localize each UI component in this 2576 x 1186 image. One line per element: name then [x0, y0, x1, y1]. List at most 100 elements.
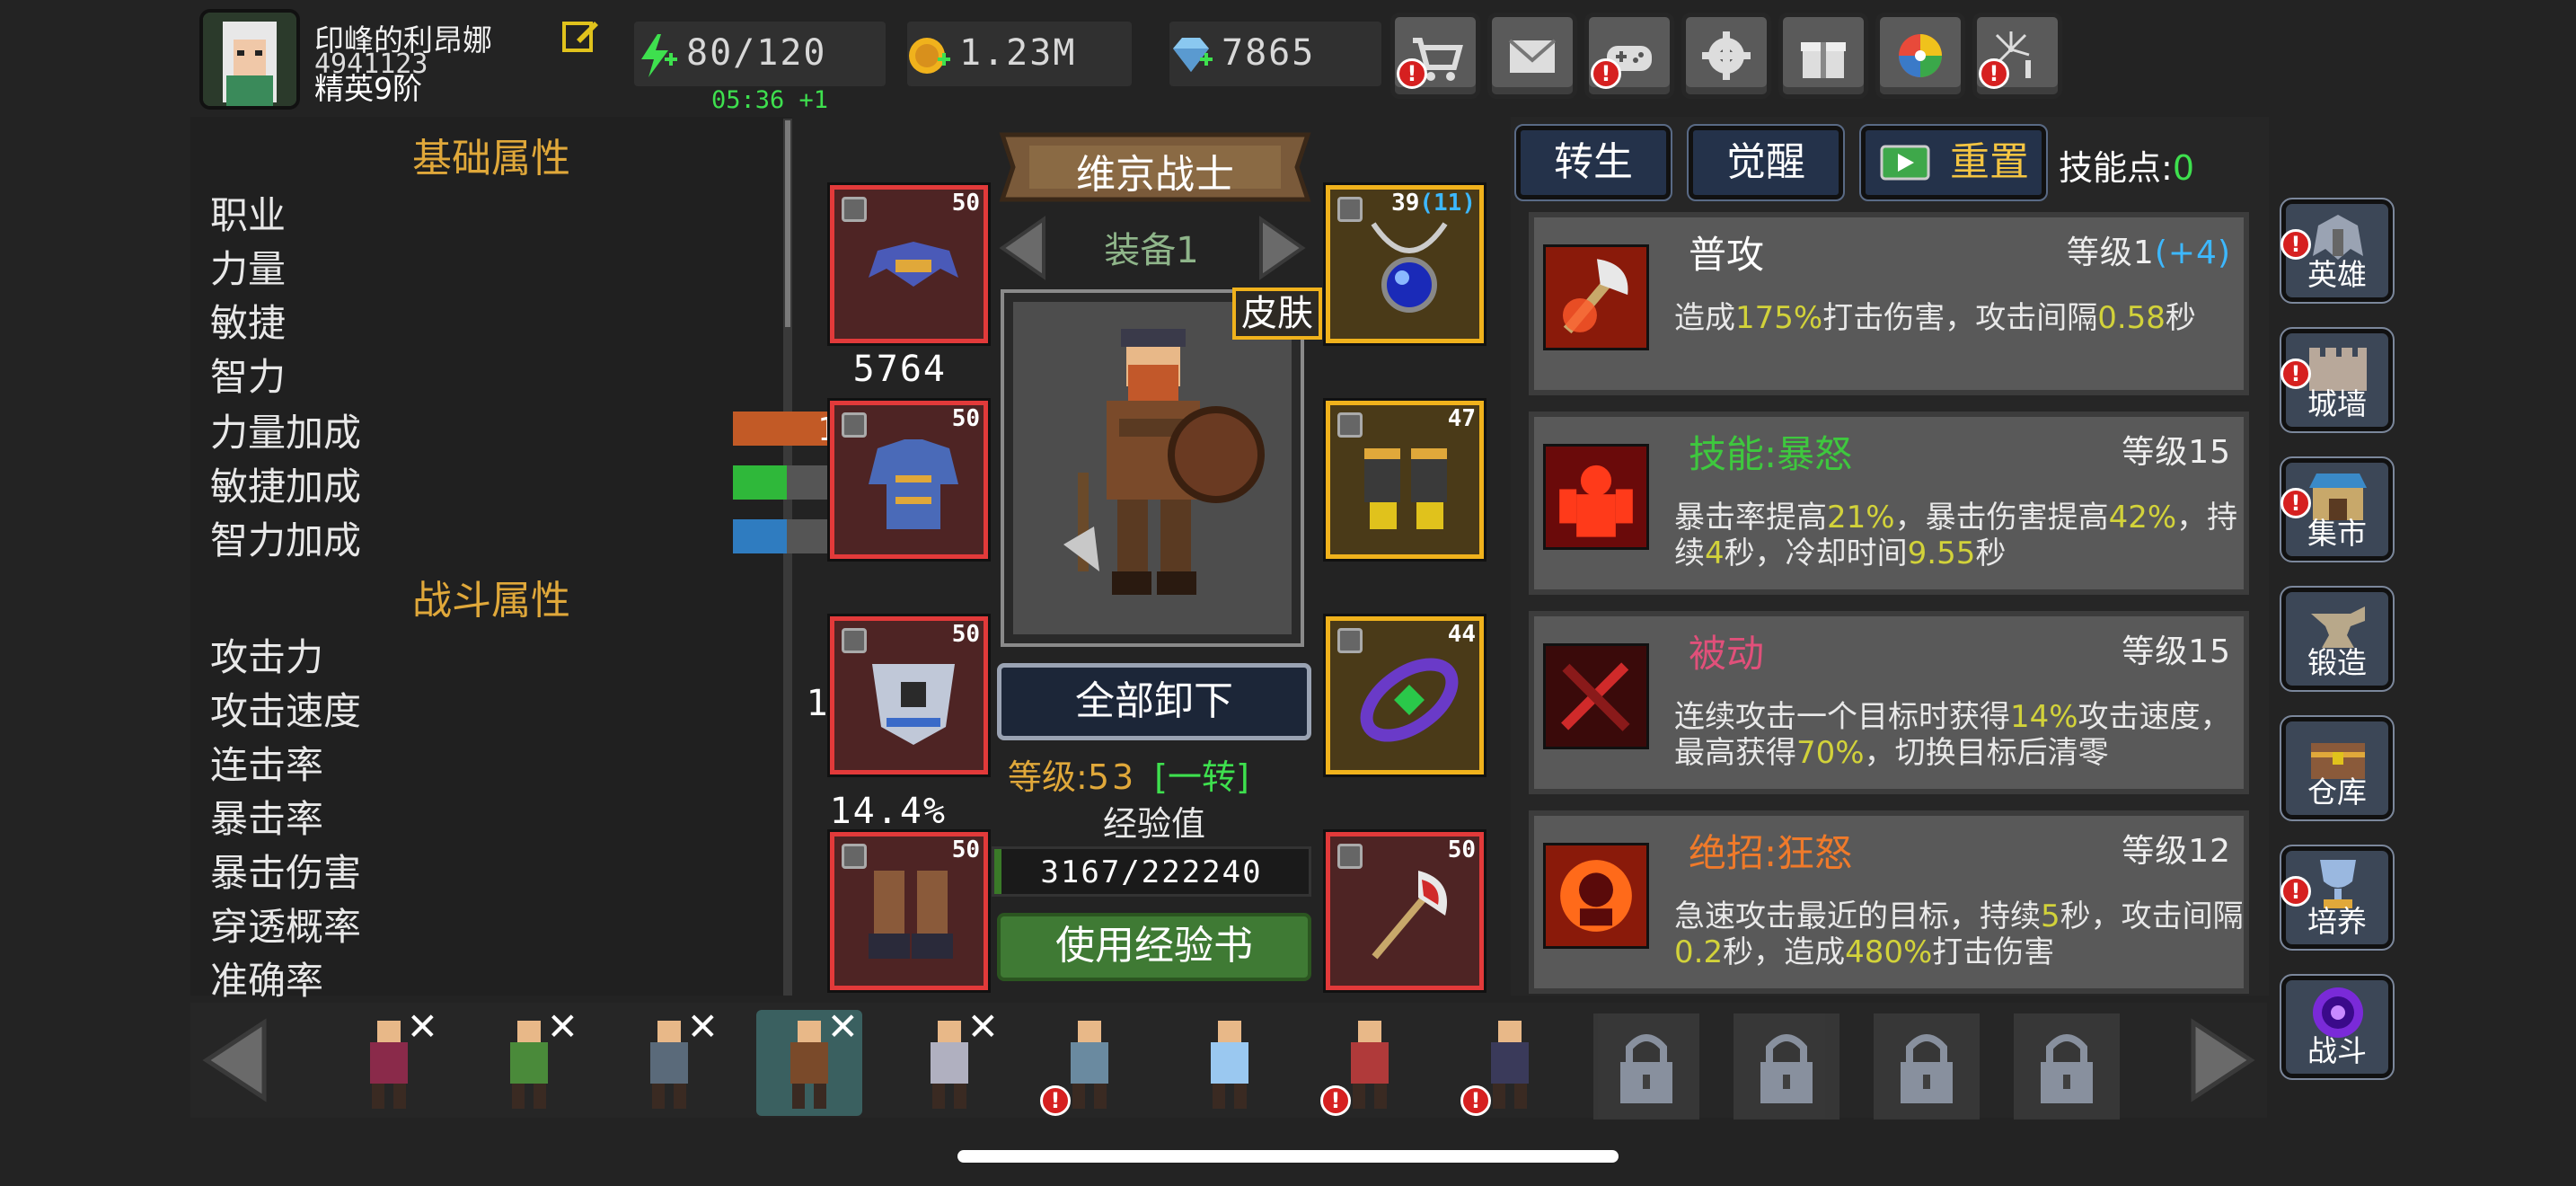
nav-wall-button[interactable]: 城墙! — [2280, 327, 2395, 433]
wheel-icon — [1899, 34, 1942, 77]
skill-level-value: 等级15 — [2122, 633, 2231, 670]
equip-slot-ring[interactable]: 44 — [1323, 614, 1486, 777]
locked-hero-slot[interactable] — [1874, 1013, 1980, 1120]
skill-desc-text: 秒 — [2165, 300, 2196, 336]
locked-hero-slot[interactable] — [1734, 1013, 1839, 1120]
stat-label: 攻击力 — [210, 635, 324, 679]
equip-slot-helmet[interactable]: 50 — [827, 182, 991, 346]
equip-level-value: 50 — [1447, 836, 1476, 863]
equip-slot-amulet[interactable]: 39(11) — [1323, 182, 1486, 346]
nav-helmet-button[interactable]: 英雄! — [2280, 198, 2395, 304]
equip-slot-gloves[interactable]: 47 — [1323, 398, 1486, 562]
awaken-button[interactable]: 觉醒 — [1687, 124, 1845, 201]
skill-desc-text: 造成 — [1674, 300, 1735, 336]
roster-hero-6[interactable]: ! — [1037, 1010, 1142, 1116]
unequip-all-button[interactable]: 全部卸下 — [997, 663, 1311, 740]
skill-desc-value: 4 — [1705, 535, 1725, 571]
fireworks-button[interactable]: ! — [1972, 13, 2062, 99]
remove-hero-icon[interactable]: ✕ — [407, 1005, 438, 1049]
nav-anvil-button[interactable]: 锻造 — [2280, 586, 2395, 692]
lock-icon — [842, 197, 867, 222]
skill-desc-value: 21% — [1827, 500, 1895, 535]
roster-prev-arrow-icon[interactable] — [192, 1013, 286, 1107]
skill-description: 造成175%打击伤害，攻击间隔0.58秒 — [1674, 300, 2249, 336]
weapon-icon — [1372, 871, 1447, 960]
next-equip-set-arrow-icon[interactable] — [1243, 212, 1315, 284]
skill-card[interactable]: 技能:暴怒 等级15 暴击率提高21%，暴击伤害提高42%，持续4秒，冷却时间9.5… — [1529, 412, 2249, 595]
nav-trophy-button[interactable]: 培养! — [2280, 845, 2395, 951]
skill-card[interactable]: 绝招:狂怒 等级12 急速攻击最近的目标，持续5秒，攻击间隔 0.2秒，造成480%打… — [1529, 810, 2249, 994]
stat-label: 职业 — [210, 193, 287, 237]
avatar-portrait-icon — [203, 13, 296, 106]
padlock-icon — [1901, 1034, 1953, 1103]
skill-description: 连续攻击一个目标时获得14%攻击速度，最高获得70%，切换目标后清零 — [1674, 699, 2249, 771]
stamina-value: 80/120 — [686, 32, 827, 74]
skill-card[interactable]: 被动 等级15 连续攻击一个目标时获得14%攻击速度，最高获得70%，切换目标后清零 — [1529, 611, 2249, 794]
lock-icon — [1337, 628, 1363, 653]
locked-hero-slot[interactable] — [1593, 1013, 1699, 1120]
use-exp-book-button[interactable]: 使用经验书 — [997, 913, 1311, 981]
remove-hero-icon[interactable]: ✕ — [547, 1005, 578, 1049]
remove-hero-icon[interactable]: ✕ — [967, 1005, 999, 1049]
skill-desc-value: 480% — [1845, 934, 1933, 970]
equip-level: 50 — [952, 405, 980, 432]
edit-name-icon[interactable] — [560, 16, 600, 56]
mail-button[interactable] — [1487, 13, 1577, 99]
transfer-tag: [一转] — [1154, 757, 1249, 797]
gamepad-button[interactable]: ! — [1584, 13, 1674, 99]
skill-icon — [1543, 843, 1649, 949]
alert-badge-icon: ! — [2280, 358, 2311, 389]
shop-button[interactable]: ! — [1390, 13, 1480, 99]
skill-desc-text: 暴击率提高 — [1674, 500, 1827, 535]
settings-button[interactable] — [1681, 13, 1771, 99]
mail-icon — [1508, 39, 1557, 73]
skin-button[interactable]: 皮肤 — [1232, 288, 1322, 340]
lock-icon — [842, 844, 867, 869]
reset-skills-button[interactable]: 重置 — [1859, 124, 2048, 201]
skill-desc-text: ，暴击伤害提高 — [1894, 500, 2109, 535]
belt-icon — [872, 664, 955, 745]
skill-points-label: 技能点: — [2059, 148, 2173, 188]
roster-hero-3[interactable]: ✕ — [616, 1005, 722, 1116]
nav-chest-button[interactable]: 仓库 — [2280, 715, 2395, 821]
equip-slot-belt[interactable]: 50 — [827, 614, 991, 777]
stat-label: 力量加成 — [210, 411, 362, 455]
exp-progress-bar: 3167/222240 — [992, 846, 1311, 897]
remove-hero-icon[interactable]: ✕ — [827, 1005, 859, 1049]
equip-slot-weapon[interactable]: 50 — [1323, 829, 1486, 993]
skill-desc-value: 42% — [2108, 500, 2177, 535]
gift-button[interactable] — [1778, 13, 1868, 99]
skill-desc-value: 14% — [2010, 699, 2078, 735]
roster-hero-8[interactable]: ! — [1317, 1010, 1423, 1116]
prev-equip-set-arrow-icon[interactable] — [990, 212, 1062, 284]
equip-slot-armor[interactable]: 50 — [827, 398, 991, 562]
level-value: 53 — [1087, 757, 1137, 797]
rebirth-button[interactable]: 转生 — [1514, 124, 1672, 201]
equip-level-value: 47 — [1447, 405, 1476, 432]
skill-card[interactable]: 普攻 等级1(+4) 造成175%打击伤害，攻击间隔0.58秒 — [1529, 212, 2249, 395]
locked-hero-slot[interactable] — [2014, 1013, 2120, 1120]
skill-level-value: 等级15 — [2122, 434, 2231, 471]
lock-icon — [1337, 197, 1363, 222]
exp-label: 经验值 — [1102, 804, 1205, 844]
roster-next-arrow-icon[interactable] — [2172, 1013, 2265, 1107]
player-avatar[interactable] — [199, 9, 300, 110]
lock-icon — [842, 412, 867, 438]
roster-hero-1[interactable]: ✕ — [336, 1005, 442, 1116]
lucky-wheel-button[interactable] — [1875, 13, 1965, 99]
roster-hero-5[interactable]: ✕ — [896, 1005, 1002, 1116]
nav-market-button[interactable]: 集市! — [2280, 456, 2395, 562]
roster-hero-4[interactable]: ✕ — [756, 1005, 862, 1116]
home-indicator[interactable] — [957, 1150, 1619, 1163]
roster-hero-9[interactable]: ! — [1457, 1010, 1563, 1116]
alert-badge-icon: ! — [2280, 876, 2311, 907]
roster-hero-2[interactable]: ✕ — [476, 1005, 582, 1116]
equip-slot-boots[interactable]: 50 — [827, 829, 991, 993]
alert-badge-icon: ! — [2280, 229, 2311, 260]
skill-level-value: 等级1 — [2066, 235, 2155, 271]
roster-hero-7[interactable] — [1177, 1010, 1283, 1116]
remove-hero-icon[interactable]: ✕ — [687, 1005, 719, 1049]
hero-class-name: 维京战士 — [1076, 152, 1234, 198]
nav-portal-button[interactable]: 战斗 — [2280, 974, 2395, 1080]
ring-icon — [1360, 658, 1459, 742]
